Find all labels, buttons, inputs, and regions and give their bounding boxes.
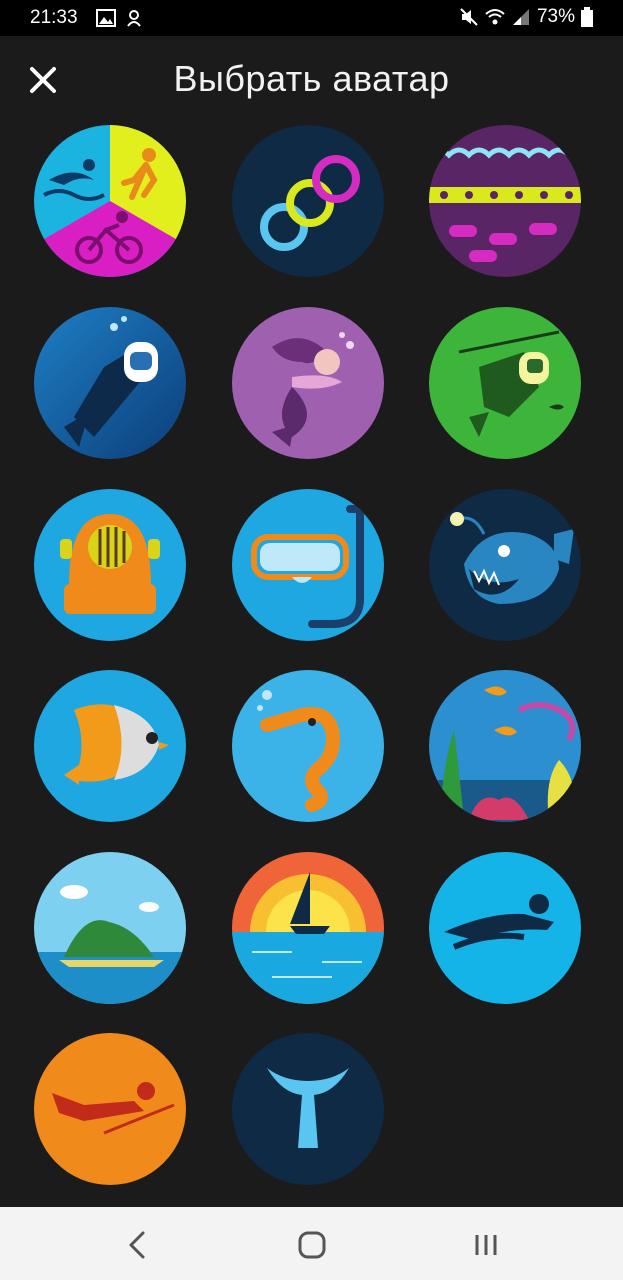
avatar-sunset-sailboat[interactable]: [232, 852, 384, 1004]
avatar-diver-pictogram[interactable]: [34, 1033, 186, 1185]
wifi-icon: [485, 9, 505, 25]
avatar-mask-snorkel[interactable]: [232, 489, 384, 641]
avatar-triathlon[interactable]: [34, 125, 186, 277]
back-icon[interactable]: [118, 1225, 158, 1265]
avatar-island[interactable]: [34, 852, 186, 1004]
avatar-wave-stripes[interactable]: [429, 125, 581, 277]
navigation-bar: [0, 1207, 623, 1280]
status-time: 21:33: [30, 7, 78, 28]
avatar-diving-helmet[interactable]: [34, 489, 186, 641]
avatar-coral-reef[interactable]: [429, 670, 581, 822]
avatar-butterflyfish[interactable]: [34, 670, 186, 822]
sync-icon: [127, 10, 141, 27]
gallery-icon: [96, 9, 116, 27]
avatar-mermaid[interactable]: [232, 307, 384, 459]
home-icon[interactable]: [292, 1225, 332, 1265]
avatar-spearfisher[interactable]: [429, 307, 581, 459]
avatar-rings[interactable]: [232, 125, 384, 277]
avatar-whale-tail[interactable]: [232, 1033, 384, 1185]
signal-icon: [512, 9, 529, 25]
mute-icon: [460, 8, 478, 26]
header: Выбрать аватар: [0, 36, 623, 122]
recents-icon[interactable]: [466, 1225, 506, 1265]
avatar-grid: [0, 122, 623, 1207]
battery-icon: [581, 7, 593, 27]
avatar-seahorse[interactable]: [232, 670, 384, 822]
battery-percent: 73%: [536, 6, 575, 27]
status-bar: 21:33 73%: [0, 0, 623, 36]
page-title: Выбрать аватар: [173, 58, 450, 99]
avatar-anglerfish[interactable]: [429, 489, 581, 641]
avatar-scuba-diver[interactable]: [34, 307, 186, 459]
avatar-swimmer-pictogram[interactable]: [429, 852, 581, 1004]
